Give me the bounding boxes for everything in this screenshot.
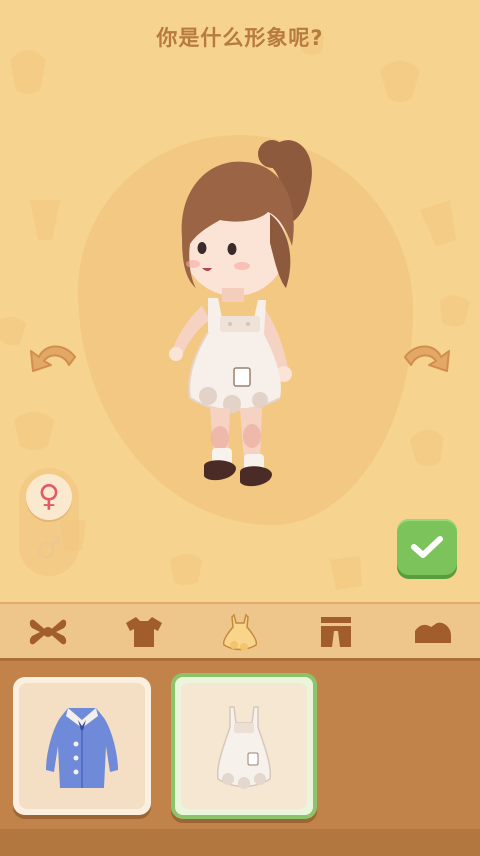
preview-stage: 你是什么形象呢? ♀ ♂ (0, 0, 480, 602)
item-blue-coat[interactable] (13, 677, 151, 815)
male-symbol-icon: ♂ (35, 531, 63, 566)
tab-dresses[interactable] (192, 604, 288, 660)
tab-tops[interactable] (96, 604, 192, 660)
item-slot (181, 683, 307, 809)
hair-bow-icon (29, 619, 67, 645)
character-avatar (169, 140, 312, 487)
page-title: 你是什么形象呢? (156, 26, 324, 50)
dress-icon (222, 613, 258, 651)
item-slot (19, 683, 145, 809)
gender-female-badge: ♀ (26, 474, 72, 520)
rotate-left-icon (30, 345, 76, 372)
item-grid (0, 658, 480, 856)
gender-male-button[interactable]: ♂ (19, 522, 79, 576)
pants-icon (321, 617, 351, 647)
checkmark-icon (411, 536, 443, 558)
rotate-right-icon (404, 345, 450, 372)
tab-bottoms[interactable] (288, 604, 384, 660)
rotate-right-button[interactable] (395, 335, 455, 385)
shoes-icon (415, 622, 451, 643)
tab-shoes[interactable] (384, 604, 480, 660)
shirt-icon (126, 617, 162, 647)
confirm-button[interactable] (397, 519, 457, 575)
gender-female-button[interactable]: ♀ (19, 470, 79, 524)
female-symbol-icon: ♀ (38, 479, 60, 514)
white-dress-icon (216, 706, 272, 789)
blue-coat-icon (46, 708, 118, 788)
tab-hair-accessory[interactable] (0, 604, 96, 660)
item-white-dress[interactable] (171, 673, 317, 819)
bottom-strip (0, 829, 480, 856)
category-tab-bar (0, 602, 480, 660)
gender-selector: ♀ ♂ (19, 468, 79, 576)
rotate-left-button[interactable] (25, 335, 85, 385)
